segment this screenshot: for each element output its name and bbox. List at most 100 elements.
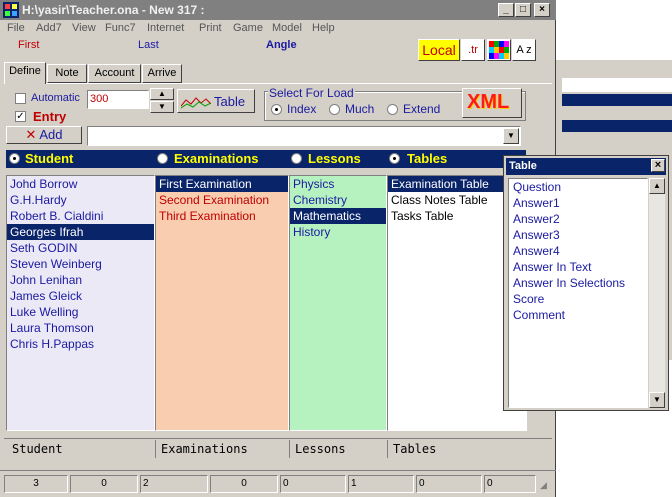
nav-angle[interactable]: Angle <box>266 39 297 51</box>
chevron-down-icon[interactable]: ▼ <box>503 128 519 144</box>
sort-az-button[interactable]: A z <box>512 39 536 61</box>
spin-up-button[interactable]: ▲ <box>150 88 174 100</box>
color-grid-icon <box>489 41 509 59</box>
local-button[interactable]: Local <box>418 39 460 61</box>
nav-first[interactable]: First <box>18 39 39 51</box>
list-item[interactable]: History <box>290 224 386 240</box>
popup-scrollbar[interactable]: ▲ ▼ <box>649 178 665 408</box>
app-icon <box>3 2 19 18</box>
list-item[interactable]: John Lenihan <box>7 272 154 288</box>
status-cell: 2 <box>140 475 208 493</box>
status-cell: 0 <box>210 475 278 493</box>
header-lessons[interactable]: Lessons <box>308 151 361 166</box>
list-item[interactable]: G.H.Hardy <box>7 192 154 208</box>
radio-index[interactable] <box>271 104 282 115</box>
header-student[interactable]: Student <box>25 151 73 166</box>
status-divider <box>0 470 556 471</box>
tab-account[interactable]: Account <box>88 64 141 83</box>
status-cell: 0 <box>416 475 482 493</box>
entry-checkbox[interactable]: ✓ <box>15 111 26 122</box>
tab-define[interactable]: Define <box>4 62 46 84</box>
footer-divider <box>4 438 552 439</box>
header-examinations[interactable]: Examinations <box>174 151 259 166</box>
status-cell: 0 <box>70 475 138 493</box>
close-button[interactable]: × <box>534 3 550 17</box>
menu-file[interactable]: File <box>7 22 25 34</box>
list-item[interactable]: Robert B. Cialdini <box>7 208 154 224</box>
list-item[interactable]: Answer4 <box>509 243 647 259</box>
main-window: H:\yasir\Teacher.ona - New 317 : _ □ × F… <box>0 0 556 497</box>
minimize-button[interactable]: _ <box>498 3 514 17</box>
status-cell: 0 <box>484 475 536 493</box>
menu-model[interactable]: Model <box>272 22 302 34</box>
list-item[interactable]: Answer2 <box>509 211 647 227</box>
nav-last[interactable]: Last <box>138 39 159 51</box>
menu-func7[interactable]: Func7 <box>105 22 136 34</box>
entry-combo-input[interactable] <box>87 126 521 146</box>
list-item[interactable]: Steven Weinberg <box>7 256 154 272</box>
menu-game[interactable]: Game <box>233 22 263 34</box>
popup-field-list[interactable]: Question Answer1 Answer2 Answer3 Answer4… <box>508 178 648 408</box>
footer-lessons: Lessons <box>295 442 346 456</box>
radio-index-label: Index <box>287 102 317 116</box>
list-item[interactable]: Answer In Selections <box>509 275 647 291</box>
xml-button[interactable]: XML <box>462 88 522 118</box>
list-item[interactable]: Answer1 <box>509 195 647 211</box>
menu-view[interactable]: View <box>72 22 96 34</box>
maximize-button[interactable]: □ <box>515 3 531 17</box>
examinations-list[interactable]: First Examination Second Examination Thi… <box>155 175 289 431</box>
popup-close-button[interactable]: × <box>651 159 665 172</box>
student-list[interactable]: Johd Borrow G.H.Hardy Robert B. Cialdini… <box>6 175 155 431</box>
tab-note[interactable]: Note <box>47 64 87 83</box>
radio-much-label: Much <box>345 102 375 116</box>
list-item[interactable]: Chemistry <box>290 192 386 208</box>
list-item[interactable]: Chris H.Pappas <box>7 336 154 352</box>
menu-add7[interactable]: Add7 <box>36 22 62 34</box>
radio-extend-label: Extend <box>403 102 441 116</box>
menu-internet[interactable]: Internet <box>147 22 184 34</box>
automatic-checkbox[interactable] <box>15 93 26 104</box>
list-item[interactable]: Answer In Text <box>509 259 647 275</box>
xml-label: XML <box>467 91 510 113</box>
scroll-up-icon[interactable]: ▲ <box>649 178 665 194</box>
list-item[interactable]: Luke Welling <box>7 304 154 320</box>
list-item[interactable]: James Gleick <box>7 288 154 304</box>
title-bar: H:\yasir\Teacher.ona - New 317 : _ □ × <box>0 0 556 20</box>
select-for-load-label: Select For Load <box>268 86 355 100</box>
radio-tables[interactable] <box>389 153 400 164</box>
tr-button[interactable]: .tr <box>461 39 485 61</box>
table-button[interactable]: Table <box>177 89 255 113</box>
header-tables[interactable]: Tables <box>407 151 447 166</box>
menu-help[interactable]: Help <box>312 22 335 34</box>
list-item[interactable]: Third Examination <box>156 208 288 224</box>
list-item[interactable]: Answer3 <box>509 227 647 243</box>
scroll-down-icon[interactable]: ▼ <box>649 392 665 408</box>
list-item[interactable]: Seth GODIN <box>7 240 154 256</box>
list-item[interactable]: Laura Thomson <box>7 320 154 336</box>
radio-examinations[interactable] <box>157 153 168 164</box>
tab-arrive[interactable]: Arrive <box>142 64 182 83</box>
list-item[interactable]: Johd Borrow <box>7 176 154 192</box>
table-popup: Table × Question Answer1 Answer2 Answer3… <box>503 155 669 411</box>
value-input[interactable]: 300 <box>87 90 149 109</box>
radio-extend[interactable] <box>387 104 398 115</box>
add-button[interactable]: ✕ Add <box>6 126 82 144</box>
list-item-selected[interactable]: First Examination <box>156 176 288 192</box>
list-item[interactable]: Score <box>509 291 647 307</box>
radio-lessons[interactable] <box>291 153 302 164</box>
list-item[interactable]: Physics <box>290 176 386 192</box>
footer-examinations: Examinations <box>161 442 248 456</box>
spin-down-button[interactable]: ▼ <box>150 101 174 113</box>
color-grid-button[interactable] <box>487 39 511 61</box>
list-item[interactable]: Second Examination <box>156 192 288 208</box>
list-item[interactable]: Comment <box>509 307 647 323</box>
resize-grip-icon[interactable]: ◢ <box>540 478 552 492</box>
list-item[interactable]: Question <box>509 179 647 195</box>
status-cell: 1 <box>348 475 414 493</box>
lessons-list[interactable]: Physics Chemistry Mathematics History <box>289 175 387 431</box>
list-item-selected[interactable]: Mathematics <box>290 208 386 224</box>
radio-much[interactable] <box>329 104 340 115</box>
radio-student[interactable] <box>9 153 20 164</box>
menu-print[interactable]: Print <box>199 22 222 34</box>
list-item-selected[interactable]: Georges Ifrah <box>7 224 154 240</box>
